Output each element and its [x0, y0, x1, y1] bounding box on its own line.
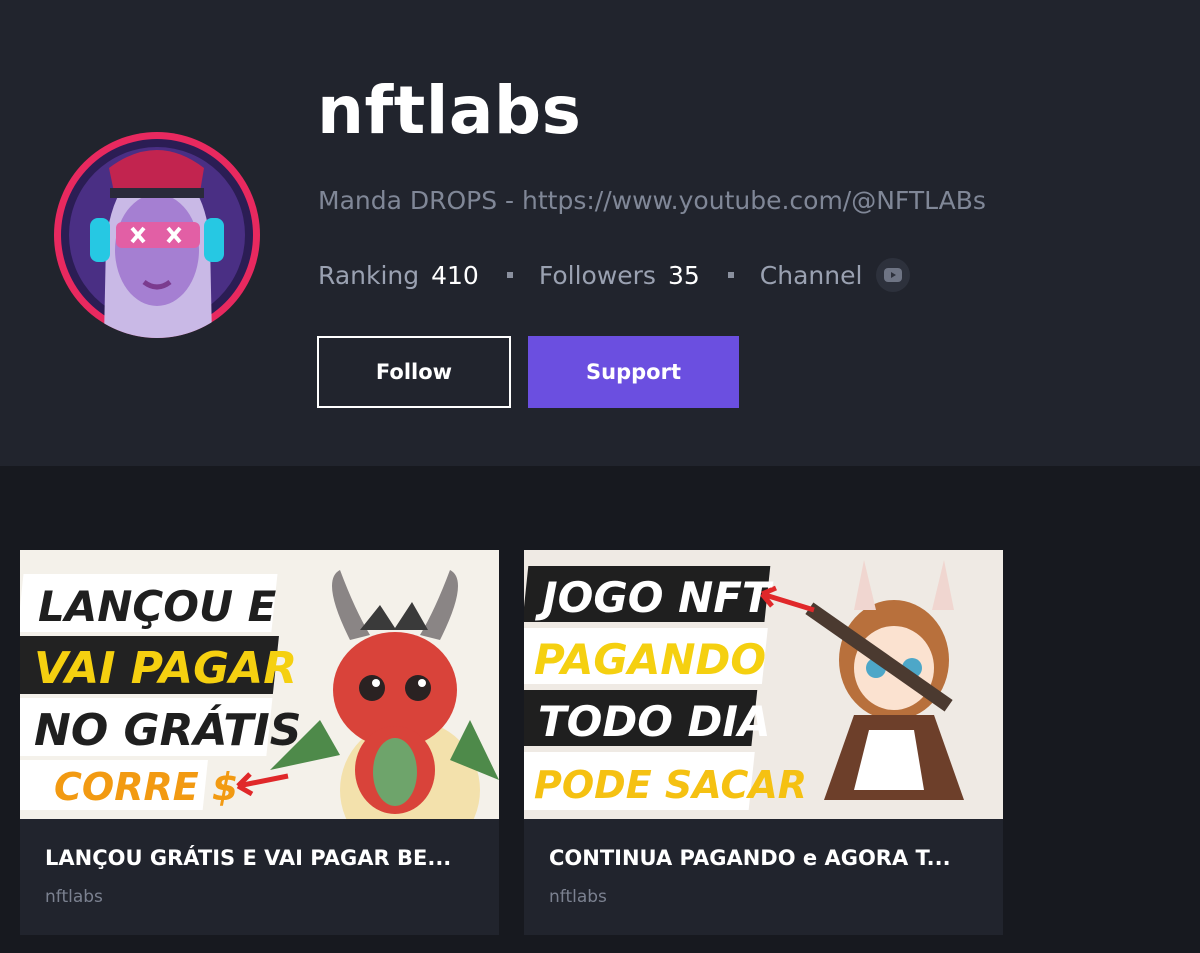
profile-header: nftlabs Manda DROPS - https://www.youtub…	[0, 0, 1200, 466]
video-thumbnail[interactable]: LANÇOU E VAI PAGAR NO GRÁTIS CORRE $	[20, 550, 499, 819]
video-title[interactable]: CONTINUA PAGANDO e AGORA T...	[549, 846, 951, 870]
followers-value[interactable]: 35	[668, 261, 700, 290]
ranking-value: 410	[431, 260, 479, 290]
thumbnail-text: CORRE $	[54, 765, 238, 809]
thumbnail-text: TODO DIA	[538, 697, 771, 746]
thumbnail-text: NO GRÁTIS	[34, 703, 301, 756]
video-title[interactable]: LANÇOU GRÁTIS E VAI PAGAR BE...	[45, 846, 451, 870]
video-thumbnail[interactable]: JOGO NFT PAGANDO TODO DIA PODE SACAR	[524, 550, 1003, 819]
profile-bio: Manda DROPS - https://www.youtube.com/@N…	[318, 186, 986, 215]
youtube-icon[interactable]	[876, 258, 911, 292]
video-card[interactable]: LANÇOU E VAI PAGAR NO GRÁTIS CORRE $ LAN…	[20, 550, 499, 935]
avatar-image	[61, 139, 253, 338]
avatar[interactable]	[54, 132, 260, 338]
channel-label: Channel	[759, 260, 863, 290]
followers-label[interactable]: Followers	[539, 261, 656, 290]
video-author[interactable]: nftlabs	[45, 887, 103, 907]
separator-dot	[506, 272, 513, 278]
separator-dot	[727, 272, 734, 278]
follow-button[interactable]: Follow	[317, 336, 511, 408]
thumbnail-text: JOGO NFT	[535, 573, 774, 622]
thumbnail-text: PAGANDO	[534, 635, 766, 684]
ranking-label: Ranking	[318, 260, 420, 290]
thumbnail-text: VAI PAGAR	[34, 643, 297, 694]
video-card[interactable]: JOGO NFT PAGANDO TODO DIA PODE SACAR CON…	[524, 550, 1003, 935]
thumbnail-text: PODE SACAR	[534, 763, 807, 807]
video-author[interactable]: nftlabs	[549, 887, 607, 907]
support-button[interactable]: Support	[528, 336, 739, 408]
thumbnail-text: LANÇOU E	[38, 582, 277, 631]
profile-name: nftlabs	[317, 72, 582, 149]
profile-stats: Ranking 410 Followers 35 Channel	[318, 256, 911, 294]
